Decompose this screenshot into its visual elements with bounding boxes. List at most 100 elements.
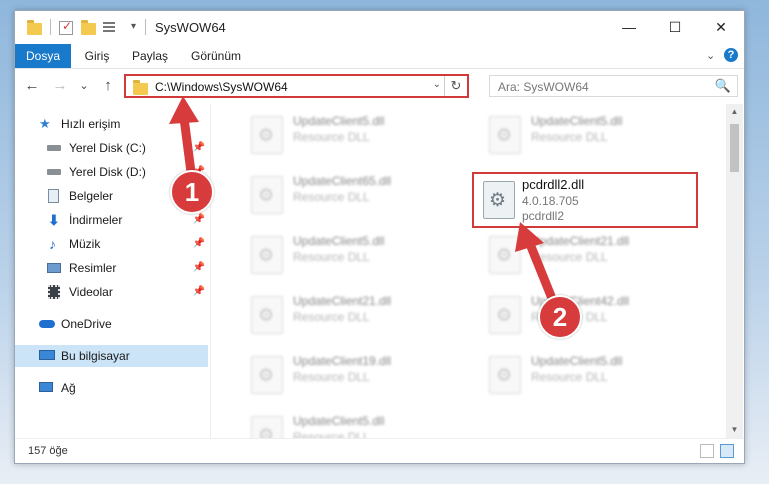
sidebar-item-label: Videolar	[69, 285, 113, 299]
dll-file-icon	[251, 296, 283, 334]
sidebar-item-drive-c[interactable]: Yerel Disk (C:) 📌	[15, 137, 208, 159]
window-title: SysWOW64	[155, 20, 226, 35]
sidebar-item-music[interactable]: ♪ Müzik 📌	[15, 233, 208, 255]
title-bar: ✓ ▾ SysWOW64 — ☐ ✕	[15, 11, 744, 44]
list-item[interactable]: UpdateClient65.dll Resource DLL	[243, 170, 463, 222]
tab-share[interactable]: Paylaş	[125, 44, 175, 68]
forward-button[interactable]: →	[49, 75, 71, 97]
list-item[interactable]: UpdateClient21.dll Resource DLL	[243, 290, 463, 342]
search-icon[interactable]: 🔍	[715, 78, 731, 94]
qat-dropdown-icon[interactable]: ▾	[131, 21, 136, 37]
sidebar-item-label: Yerel Disk (D:)	[69, 165, 146, 179]
list-item[interactable]: UpdateClient5.dll Resource DLL	[243, 410, 463, 438]
separator	[50, 19, 51, 35]
details-view-icon[interactable]	[700, 444, 714, 458]
network-icon	[39, 382, 53, 392]
scroll-up-icon[interactable]: ▲	[726, 104, 743, 120]
status-bar: 157 öğe	[15, 438, 744, 463]
file-type: Resource DLL	[293, 190, 370, 204]
minimize-button[interactable]: —	[606, 11, 652, 44]
file-type: Resource DLL	[531, 370, 608, 384]
file-name: UpdateClient5.dll	[293, 114, 385, 128]
file-name: UpdateClient5.dll	[293, 234, 385, 248]
file-name: UpdateClient5.dll	[531, 354, 623, 368]
documents-icon	[48, 189, 59, 203]
list-item[interactable]: UpdateClient5.dll Resource DLL	[481, 350, 701, 402]
tab-view[interactable]: Görünüm	[185, 44, 247, 68]
list-item[interactable]: UpdateClient5.dll Resource DLL	[481, 110, 701, 162]
pin-icon[interactable]: 📌	[193, 233, 205, 255]
file-description: pcdrdll2	[522, 209, 565, 223]
scroll-down-icon[interactable]: ▼	[726, 422, 743, 438]
dll-file-icon	[489, 116, 521, 154]
drive-icon	[47, 145, 61, 151]
computer-icon	[39, 350, 55, 360]
maximize-button[interactable]: ☐	[652, 11, 698, 44]
sidebar-item-quick-access[interactable]: ★ Hızlı erişim	[15, 113, 208, 135]
sidebar-item-network[interactable]: Ağ	[15, 377, 208, 399]
sidebar-item-label: Bu bilgisayar	[61, 349, 130, 363]
address-path[interactable]: C:\Windows\SysWOW64	[155, 80, 288, 94]
file-name: UpdateClient5.dll	[531, 114, 623, 128]
pin-icon[interactable]: 📌	[193, 281, 205, 303]
list-item[interactable]: UpdateClient5.dll Resource DLL	[243, 230, 463, 282]
ribbon-tabs: Dosya Giriş Paylaş Görünüm ⌄ ?	[15, 44, 744, 69]
address-bar[interactable]: C:\Windows\SysWOW64 ⌄ ↻	[124, 74, 469, 98]
file-name: pcdrdll2.dll	[522, 177, 585, 192]
file-list: UpdateClient5.dll Resource DLL UpdateCli…	[211, 104, 726, 438]
help-icon[interactable]: ?	[724, 48, 738, 62]
sidebar-item-this-pc[interactable]: Bu bilgisayar	[15, 345, 208, 367]
highlighted-file-pcdrdll2[interactable]: pcdrdll2.dll 4.0.18.705 pcdrdll2	[472, 172, 698, 228]
vertical-scrollbar[interactable]: ▲ ▼	[726, 104, 743, 438]
close-button[interactable]: ✕	[698, 11, 744, 44]
search-placeholder: Ara: SysWOW64	[498, 80, 589, 94]
tab-file[interactable]: Dosya	[15, 44, 71, 68]
sidebar-item-onedrive[interactable]: OneDrive	[15, 313, 208, 335]
file-name: UpdateClient21.dll	[293, 294, 392, 308]
sidebar-item-label: OneDrive	[61, 317, 112, 331]
video-icon	[48, 285, 60, 299]
up-button[interactable]: ↑	[97, 75, 119, 97]
back-button[interactable]: ←	[21, 75, 43, 97]
list-item[interactable]: UpdateClient21.dll Resource DLL	[481, 230, 701, 282]
callout-step-2: 2	[538, 295, 582, 339]
list-item[interactable]: UpdateClient42.dll Resource DLL	[481, 290, 701, 342]
sidebar-item-label: İndirmeler	[69, 213, 123, 227]
cloud-icon	[39, 320, 55, 328]
list-item[interactable]: UpdateClient19.dll Resource DLL	[243, 350, 463, 402]
navigation-bar: ← → ⌄ ↑ C:\Windows\SysWOW64 ⌄ ↻ Ara: Sys…	[15, 69, 744, 103]
dll-file-icon	[251, 236, 283, 274]
dll-file-icon	[489, 296, 521, 334]
customize-icon[interactable]	[103, 20, 119, 36]
recent-locations-icon[interactable]: ⌄	[73, 75, 95, 97]
large-icons-view-icon[interactable]	[720, 444, 734, 458]
sidebar-item-label: Hızlı erişim	[61, 117, 121, 131]
sidebar-item-downloads[interactable]: ⬇ İndirmeler 📌	[15, 209, 208, 231]
music-icon: ♪	[49, 236, 56, 252]
refresh-button[interactable]: ↻	[444, 76, 467, 96]
navigation-pane: ★ Hızlı erişim Yerel Disk (C:) 📌 Yerel D…	[15, 104, 211, 438]
file-name: UpdateClient21.dll	[531, 234, 630, 248]
properties-icon[interactable]: ✓	[59, 19, 73, 35]
search-input[interactable]: Ara: SysWOW64 🔍	[489, 75, 738, 97]
expand-ribbon-icon[interactable]: ⌄	[706, 49, 715, 62]
sidebar-item-videos[interactable]: Videolar 📌	[15, 281, 208, 303]
sidebar-item-label: Yerel Disk (C:)	[69, 141, 146, 155]
scroll-thumb[interactable]	[730, 124, 739, 172]
dll-file-icon	[251, 416, 283, 438]
pin-icon[interactable]: 📌	[193, 257, 205, 279]
pin-icon[interactable]: 📌	[193, 137, 205, 159]
tab-home[interactable]: Giriş	[77, 44, 117, 68]
file-name: UpdateClient19.dll	[293, 354, 392, 368]
list-item[interactable]: UpdateClient5.dll Resource DLL	[243, 110, 463, 162]
folder-icon	[133, 80, 148, 95]
file-name: UpdateClient65.dll	[293, 174, 392, 188]
sidebar-item-pictures[interactable]: Resimler 📌	[15, 257, 208, 279]
address-dropdown-icon[interactable]: ⌄	[433, 79, 441, 90]
file-version: 4.0.18.705	[522, 194, 579, 208]
file-type: Resource DLL	[531, 130, 608, 144]
item-count: 157 öğe	[28, 445, 68, 457]
download-icon: ⬇	[48, 212, 60, 228]
file-type: Resource DLL	[293, 430, 370, 438]
new-folder-icon	[81, 20, 96, 35]
